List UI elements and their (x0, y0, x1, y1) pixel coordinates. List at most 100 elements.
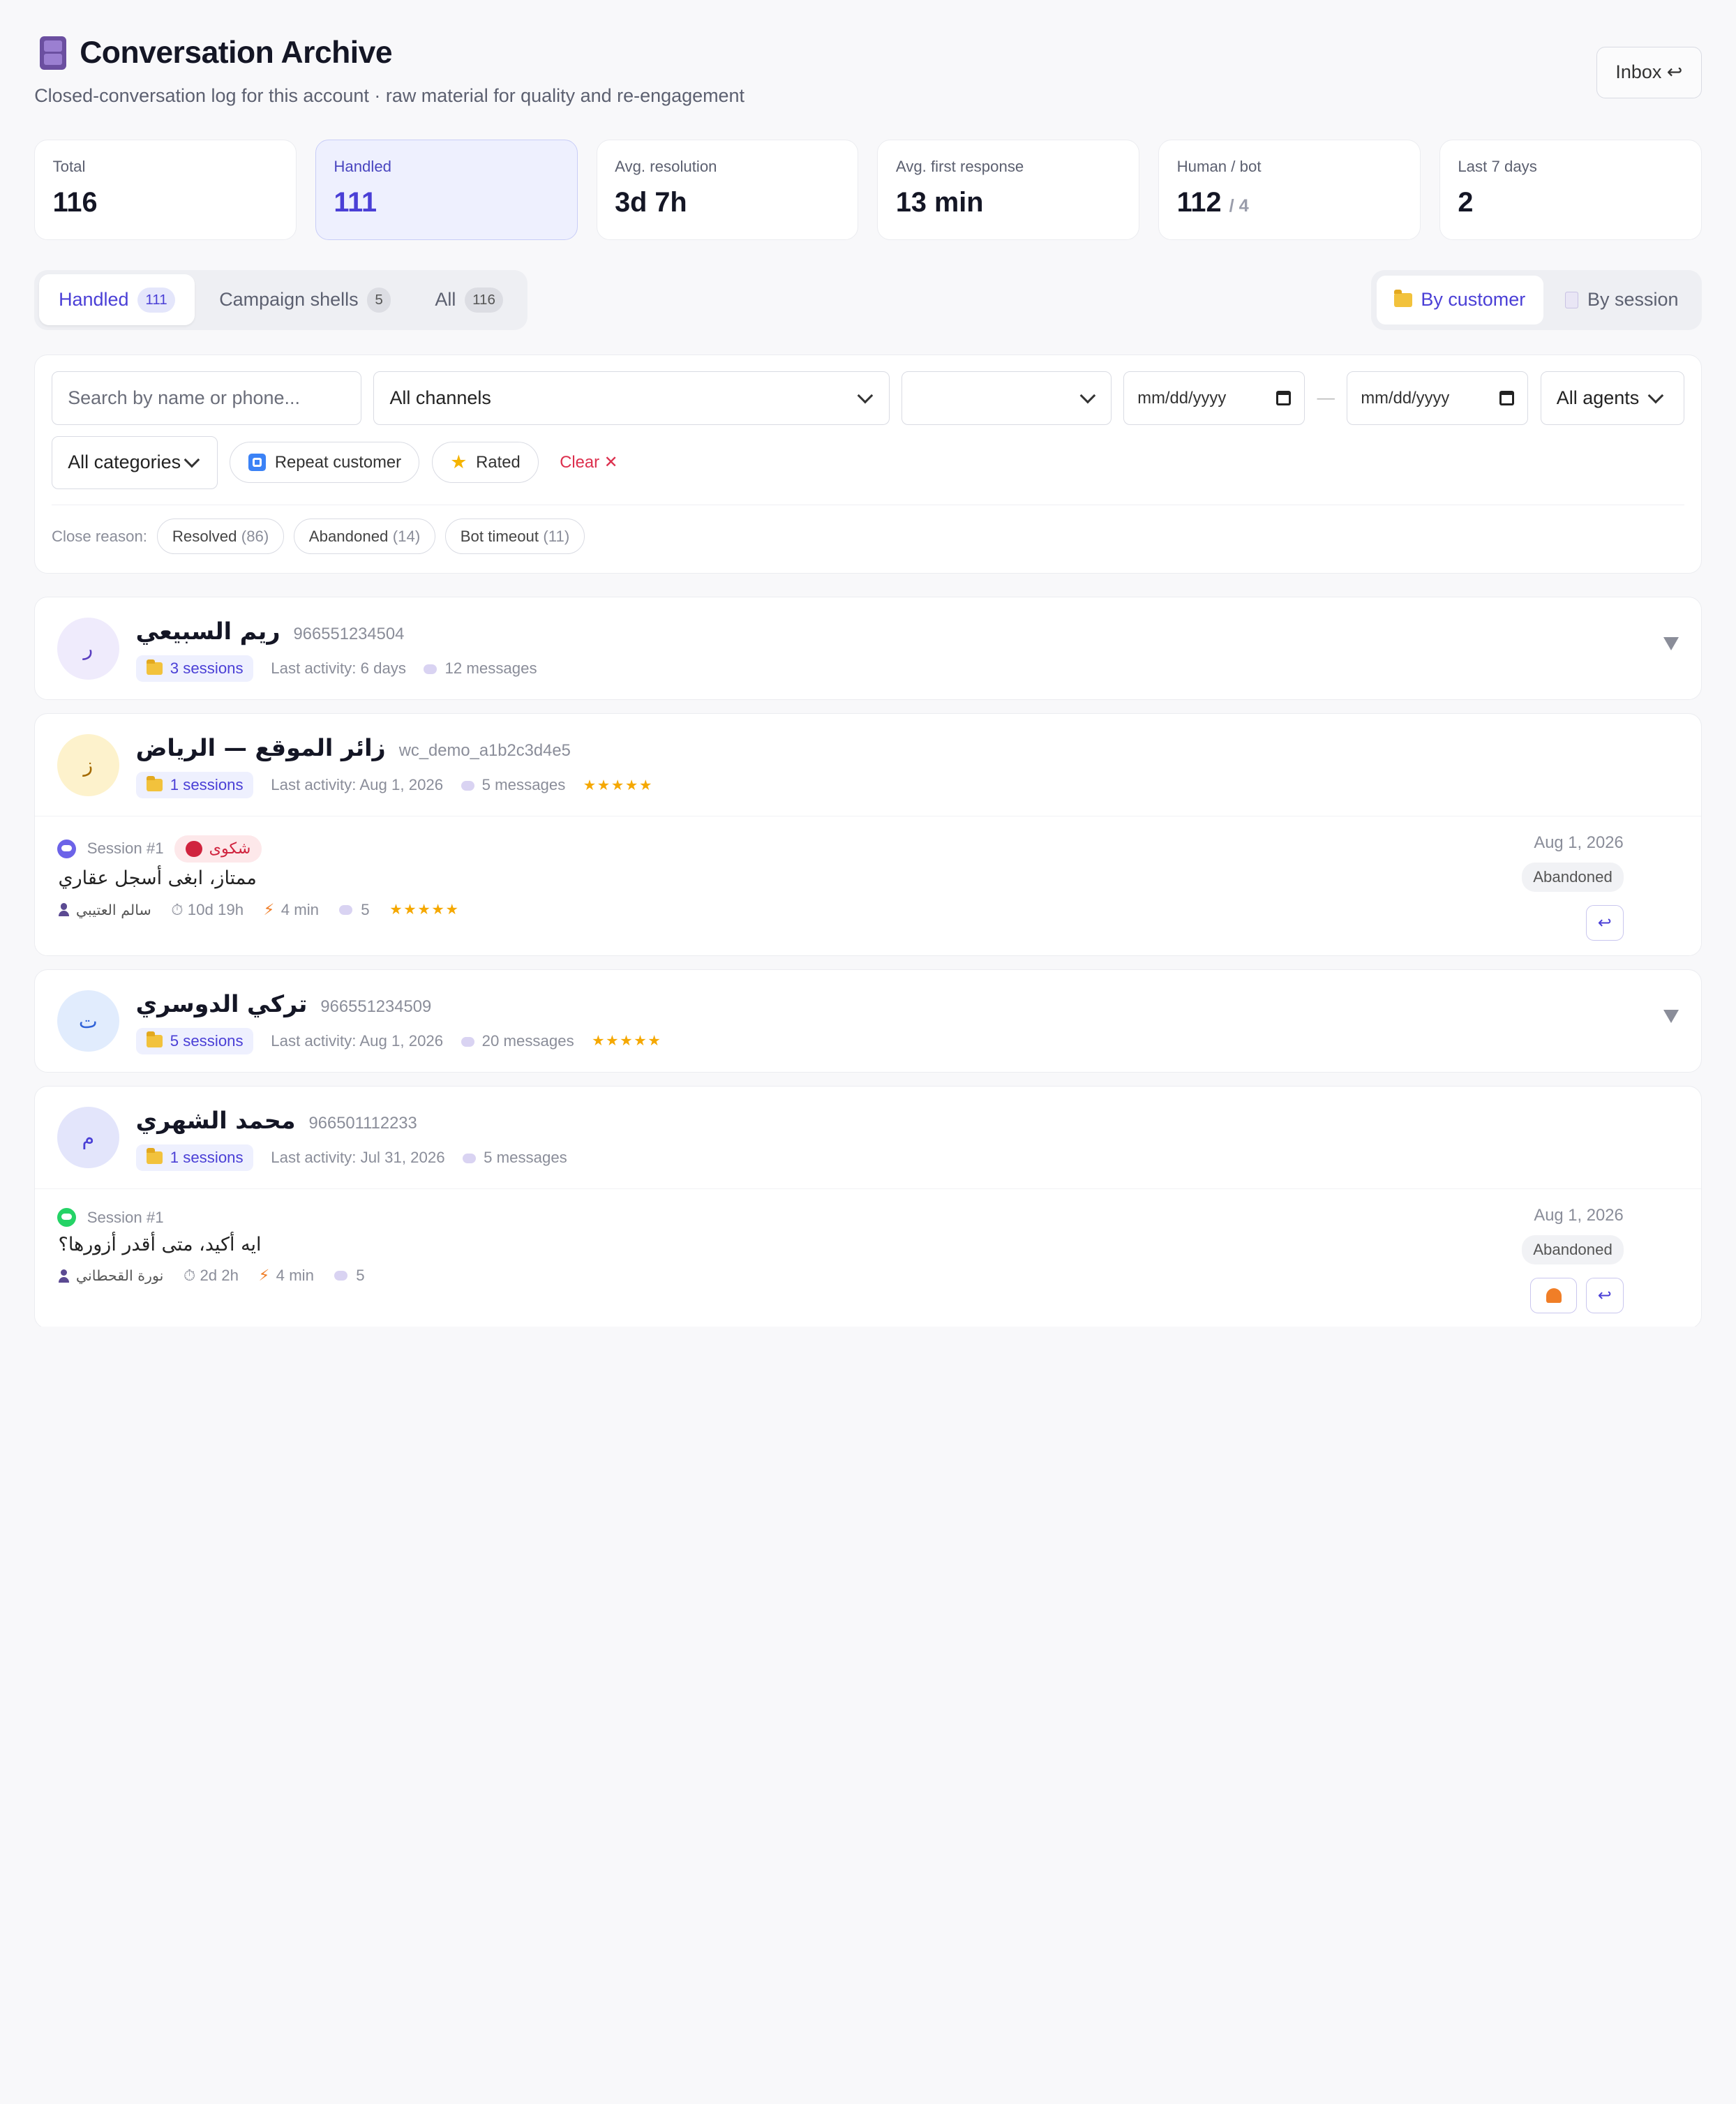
close-reason-name: Abandoned (308, 527, 389, 545)
category-select[interactable]: All categories (51, 435, 218, 489)
close-reason-name: Bot timeout (460, 527, 539, 545)
lightning-icon: ⚡ (263, 900, 275, 918)
stat-total[interactable]: Total 116 (34, 139, 297, 241)
expand-triangle-icon[interactable] (1663, 637, 1679, 651)
date-to-value: mm/dd/yyyy (1361, 388, 1450, 408)
customer-card: م محمد الشهري 966501112233 1 sessions La… (34, 1086, 1702, 1327)
reopen-button[interactable]: ↩ (1585, 1277, 1624, 1313)
sessions-badge[interactable]: 5 sessions (135, 1027, 253, 1055)
repeat-customer-filter[interactable]: Repeat customer (230, 442, 420, 483)
rating-stars: ★★★★★ (592, 1033, 662, 1050)
bell-icon (1546, 1288, 1562, 1303)
page-header: Conversation Archive Closed-conversation… (34, 0, 1702, 130)
title-row: Conversation Archive (40, 36, 393, 70)
chevron-down-icon (858, 387, 874, 404)
status-badge: Abandoned (1522, 863, 1624, 893)
tabs-row: Handled 111 Campaign shells 5 All 116 By… (34, 270, 1702, 330)
date-from-input[interactable]: mm/dd/yyyy (1123, 371, 1305, 425)
message-count: 20 messages (461, 1032, 574, 1050)
agent: نورة القحطاني (58, 1267, 164, 1285)
tab-handled[interactable]: Handled 111 (38, 274, 195, 326)
notify-button[interactable] (1530, 1277, 1578, 1313)
customer-header[interactable]: م محمد الشهري 966501112233 1 sessions La… (35, 1087, 1701, 1188)
folder-icon (1394, 289, 1412, 308)
channel-select[interactable]: All channels (373, 371, 890, 425)
sessions-badge[interactable]: 1 sessions (135, 1144, 253, 1172)
calendar-icon[interactable] (1276, 391, 1291, 405)
reopen-button[interactable]: ↩ (1585, 905, 1624, 941)
close-reason-bot-timeout[interactable]: Bot timeout (11) (445, 518, 585, 555)
view-by-session-button[interactable]: By session (1548, 276, 1696, 324)
stat-handled[interactable]: Handled 111 (315, 139, 578, 241)
view-by-customer-button[interactable]: By customer (1376, 276, 1543, 324)
close-reason-resolved[interactable]: Resolved (86) (157, 518, 284, 555)
rated-filter[interactable]: ★ Rated (431, 442, 539, 483)
close-reason-abandoned[interactable]: Abandoned (14) (294, 518, 435, 555)
search-input[interactable]: Search by name or phone... (51, 371, 361, 425)
star-icon: ★ (450, 452, 467, 473)
tab-count: 116 (465, 287, 504, 313)
tab-all[interactable]: All 116 (415, 274, 523, 325)
date-from-value: mm/dd/yyyy (1137, 388, 1227, 408)
agent-select[interactable]: All agents (1540, 371, 1684, 425)
session-label: Session #1 (87, 1208, 164, 1226)
return-arrow-icon: ↩ (1597, 913, 1612, 932)
stat-value: 116 (52, 187, 98, 218)
date-to-input[interactable]: mm/dd/yyyy (1347, 371, 1529, 425)
expand-triangle-icon[interactable] (1663, 1010, 1679, 1024)
stat-last-7-days[interactable]: Last 7 days 2 (1439, 139, 1702, 241)
session-row[interactable]: Session #1 ايه أكيد، متى أقدر أزورها؟ نو… (35, 1188, 1701, 1327)
customer-id: 966501112233 (308, 1113, 417, 1133)
session-date: Aug 1, 2026 (1534, 833, 1624, 852)
close-reason-name: Resolved (172, 527, 237, 545)
customer-header[interactable]: ز زائر الموقع — الرياض wc_demo_a1b2c3d4e… (35, 714, 1701, 816)
inbox-button[interactable]: Inbox ↩ (1596, 46, 1702, 99)
rating-stars: ★★★★★ (583, 777, 654, 793)
tab-label: Campaign shells (219, 289, 359, 311)
status-select[interactable] (901, 371, 1112, 425)
customer-card: ت تركي الدوسري 966551234509 5 sessions L… (34, 969, 1702, 1073)
sessions-count: 3 sessions (170, 659, 244, 677)
chevron-down-icon (1648, 387, 1664, 404)
stat-value-sub: / 4 (1229, 196, 1249, 216)
customer-card: ر ريم السبيعي 966551234504 3 sessions La… (34, 597, 1702, 701)
category-text: شكوى (209, 840, 251, 858)
avatar: ت (57, 990, 119, 1052)
tab-campaign-shells[interactable]: Campaign shells 5 (200, 274, 411, 325)
customer-header[interactable]: ت تركي الدوسري 966551234509 5 sessions L… (35, 970, 1701, 1072)
chat-bubble-icon (334, 1270, 347, 1281)
duration: ⏱ 10d 19h (171, 900, 244, 918)
tab-count: 111 (137, 287, 175, 313)
agent: سالم العتيبي (58, 902, 151, 918)
customer-header[interactable]: ر ريم السبيعي 966551234504 3 sessions La… (35, 597, 1701, 699)
session-row[interactable]: Session #1 شكوى ممتاز، ابغى أسجل عقاري س… (35, 816, 1701, 956)
sessions-badge[interactable]: 1 sessions (135, 771, 253, 799)
stat-avg-first-response[interactable]: Avg. first response 13 min (877, 139, 1140, 241)
sessions-badge[interactable]: 3 sessions (135, 655, 253, 682)
duration: ⏱ 2d 2h (183, 1267, 239, 1285)
folder-icon (147, 1031, 163, 1047)
webchat-icon (57, 839, 76, 858)
avatar: ر (57, 617, 119, 680)
stat-human-bot[interactable]: Human / bot 112 / 4 (1158, 139, 1421, 241)
clear-filters-button[interactable]: Clear ✕ (551, 452, 627, 472)
agent-name: نورة القحطاني (75, 1267, 164, 1285)
calendar-icon[interactable] (1499, 391, 1515, 405)
divider (51, 504, 1684, 506)
tab-label: All (435, 289, 456, 311)
customer-name: زائر الموقع — الرياض (135, 733, 386, 761)
chat-bubble-icon (424, 664, 437, 675)
customer-id: wc_demo_a1b2c3d4e5 (398, 740, 571, 760)
stat-label: Handled (334, 158, 392, 176)
chat-bubble-icon (461, 781, 474, 791)
stat-avg-resolution[interactable]: Avg. resolution 3d 7h (596, 139, 859, 241)
filter-panel: Search by name or phone... All channels … (34, 354, 1702, 574)
stat-value: 2 (1458, 187, 1474, 218)
session-date: Aug 1, 2026 (1534, 1205, 1624, 1225)
stat-value: 3d 7h (615, 187, 687, 218)
stat-label: Avg. first response (895, 158, 1024, 176)
session-messages: 5 (338, 901, 370, 919)
filter-tabs: Handled 111 Campaign shells 5 All 116 (34, 270, 527, 330)
folder-icon (147, 659, 163, 675)
person-icon (58, 1269, 70, 1283)
